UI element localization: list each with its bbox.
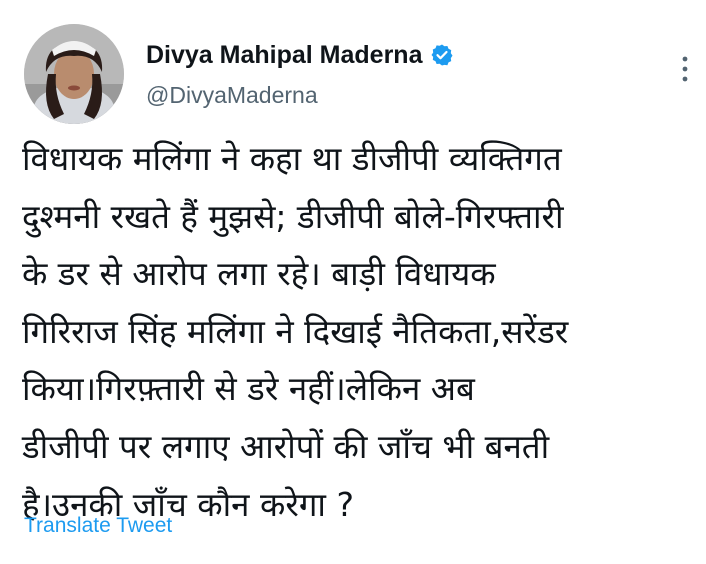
author-names: Divya Mahipal Maderna @DivyaMaderna [146, 38, 454, 109]
author-handle[interactable]: @DivyaMaderna [146, 82, 454, 109]
avatar-image [24, 24, 124, 124]
avatar[interactable] [24, 24, 124, 124]
display-name-row: Divya Mahipal Maderna [146, 38, 454, 72]
tweet-header: Divya Mahipal Maderna @DivyaMaderna [24, 24, 694, 128]
translate-tweet-link[interactable]: Translate Tweet [24, 514, 172, 538]
verified-badge-icon [430, 43, 454, 67]
more-options-icon[interactable] [678, 54, 692, 84]
tweet-card: Divya Mahipal Maderna @DivyaMaderna विधा… [0, 0, 706, 564]
display-name[interactable]: Divya Mahipal Maderna [146, 41, 422, 70]
tweet-text: विधायक मलिंगा ने कहा था डीजीपी व्यक्तिगत… [22, 139, 569, 524]
